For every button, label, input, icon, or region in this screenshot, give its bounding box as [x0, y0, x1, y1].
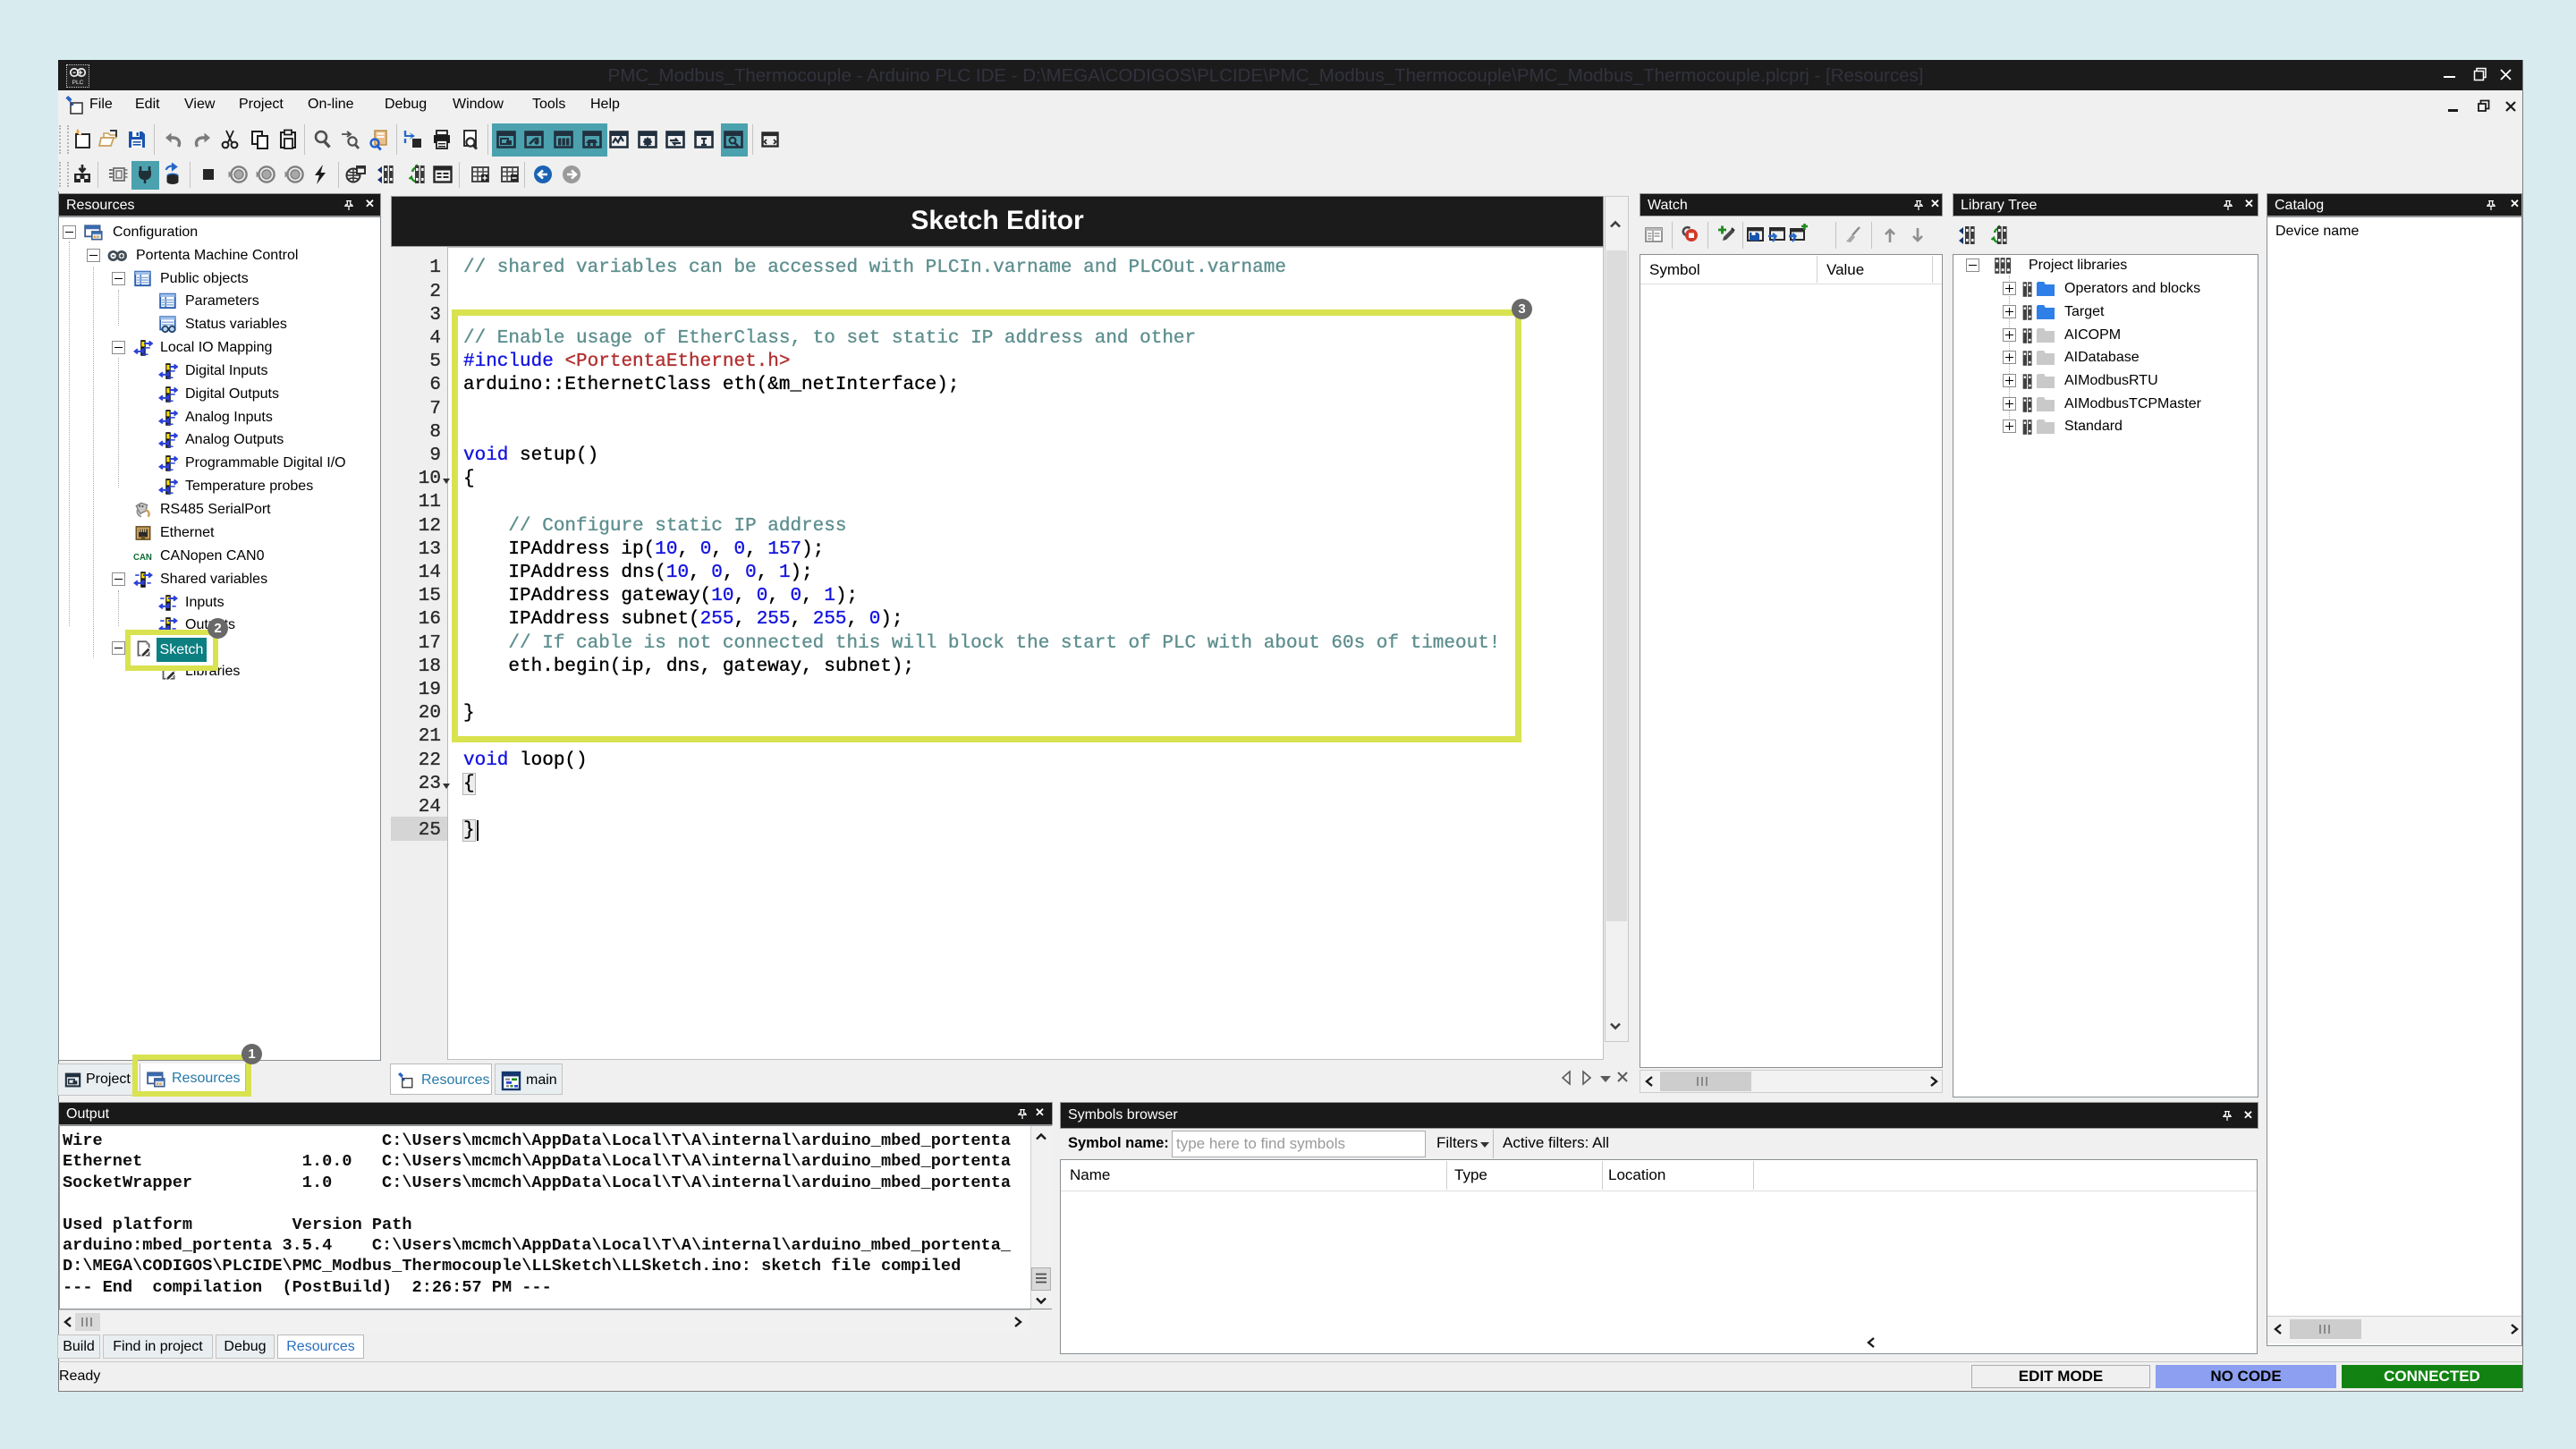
svg-text:PLC: PLC: [72, 80, 84, 86]
